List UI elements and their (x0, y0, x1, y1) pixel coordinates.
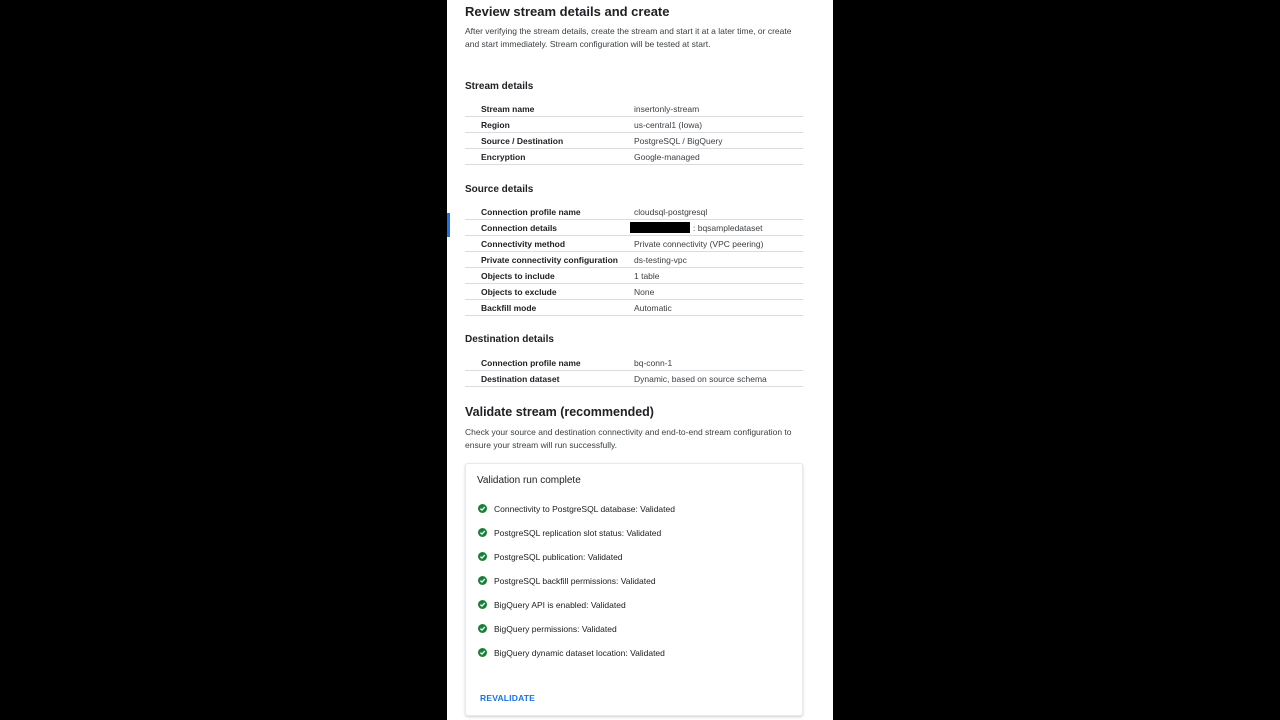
row-label: Source / Destination (481, 135, 564, 146)
row-value: Google-managed (634, 151, 700, 162)
row-label: Connection profile name (481, 357, 581, 368)
check-circle-icon (478, 600, 487, 609)
row-label: Stream name (481, 103, 535, 114)
stream-details-title: Stream details (465, 81, 534, 92)
row-value: : bqsampledataset (630, 222, 803, 233)
row-value: Dynamic, based on source schema (634, 373, 767, 384)
destination-details-table: Connection profile name bq-conn-1 Destin… (465, 355, 803, 387)
check-label: BigQuery dynamic dataset location: Valid… (494, 648, 665, 658)
row-label: Connection profile name (481, 206, 581, 217)
page-description: After verifying the stream details, crea… (465, 26, 792, 49)
row-label: Objects to exclude (481, 286, 557, 297)
row-label: Objects to include (481, 270, 555, 281)
row-value: bq-conn-1 (634, 357, 673, 368)
table-row: Stream name insertonly-stream (465, 101, 803, 117)
table-row: Backfill mode Automatic (465, 300, 803, 316)
validation-check-list: Connectivity to PostgreSQL database: Val… (478, 503, 798, 671)
row-label: Region (481, 119, 510, 130)
row-label: Connectivity method (481, 238, 566, 249)
table-row: Connection details : bqsampledataset (465, 220, 803, 236)
list-item: BigQuery API is enabled: Validated (478, 599, 798, 623)
row-value: 1 table (634, 270, 660, 281)
table-row: Source / Destination PostgreSQL / BigQue… (465, 133, 803, 149)
review-panel: Review stream details and create After v… (447, 0, 833, 720)
table-row: Private connectivity configuration ds-te… (465, 252, 803, 268)
row-value: us-central1 (Iowa) (634, 119, 703, 130)
row-value: Private connectivity (VPC peering) (634, 238, 764, 249)
row-label: Connection details (481, 222, 558, 233)
source-details-title: Source details (465, 184, 534, 195)
stream-details-table: Stream name insertonly-stream Region us-… (465, 101, 803, 165)
list-item: Connectivity to PostgreSQL database: Val… (478, 503, 798, 527)
table-row: Connection profile name cloudsql-postgre… (465, 204, 803, 220)
revalidate-button[interactable]: REVALIDATE (480, 693, 535, 703)
check-circle-icon (478, 576, 487, 585)
row-label: Private connectivity configuration (481, 254, 618, 265)
row-value: ds-testing-vpc (634, 254, 687, 265)
check-circle-icon (478, 624, 487, 633)
list-item: BigQuery permissions: Validated (478, 623, 798, 647)
check-circle-icon (478, 648, 487, 657)
row-label: Encryption (481, 151, 526, 162)
connection-details-text: : bqsampledataset (693, 222, 763, 233)
row-label: Destination dataset (481, 373, 560, 384)
table-row: Objects to exclude None (465, 284, 803, 300)
check-label: PostgreSQL backfill permissions: Validat… (494, 576, 656, 586)
destination-details-title: Destination details (465, 334, 554, 345)
row-value: PostgreSQL / BigQuery (634, 135, 723, 146)
validation-card-title: Validation run complete (477, 475, 581, 486)
validate-title: Validate stream (recommended) (465, 405, 654, 419)
validate-description: Check your source and destination connec… (465, 427, 792, 450)
check-label: PostgreSQL replication slot status: Vali… (494, 528, 662, 538)
validation-card: Validation run complete Connectivity to … (465, 463, 803, 716)
list-item: BigQuery dynamic dataset location: Valid… (478, 647, 798, 671)
check-circle-icon (478, 552, 487, 561)
table-row: Connectivity method Private connectivity… (465, 236, 803, 252)
source-details-table: Connection profile name cloudsql-postgre… (465, 204, 803, 316)
check-label: PostgreSQL publication: Validated (494, 552, 623, 562)
check-label: Connectivity to PostgreSQL database: Val… (494, 504, 675, 514)
table-row: Objects to include 1 table (465, 268, 803, 284)
table-row: Destination dataset Dynamic, based on so… (465, 371, 803, 387)
row-value: cloudsql-postgresql (634, 206, 708, 217)
row-value: None (634, 286, 655, 297)
check-circle-icon (478, 528, 487, 537)
check-circle-icon (478, 504, 487, 513)
list-item: PostgreSQL backfill permissions: Validat… (478, 575, 798, 599)
list-item: PostgreSQL publication: Validated (478, 551, 798, 575)
redacted-block (630, 222, 690, 233)
row-value: insertonly-stream (634, 103, 700, 114)
row-label: Backfill mode (481, 302, 537, 313)
table-row: Region us-central1 (Iowa) (465, 117, 803, 133)
table-row: Encryption Google-managed (465, 149, 803, 165)
check-label: BigQuery API is enabled: Validated (494, 600, 626, 610)
row-value: Automatic (634, 302, 672, 313)
list-item: PostgreSQL replication slot status: Vali… (478, 527, 798, 551)
focus-indicator (447, 213, 450, 237)
page-title: Review stream details and create (465, 4, 670, 19)
table-row: Connection profile name bq-conn-1 (465, 355, 803, 371)
check-label: BigQuery permissions: Validated (494, 624, 617, 634)
